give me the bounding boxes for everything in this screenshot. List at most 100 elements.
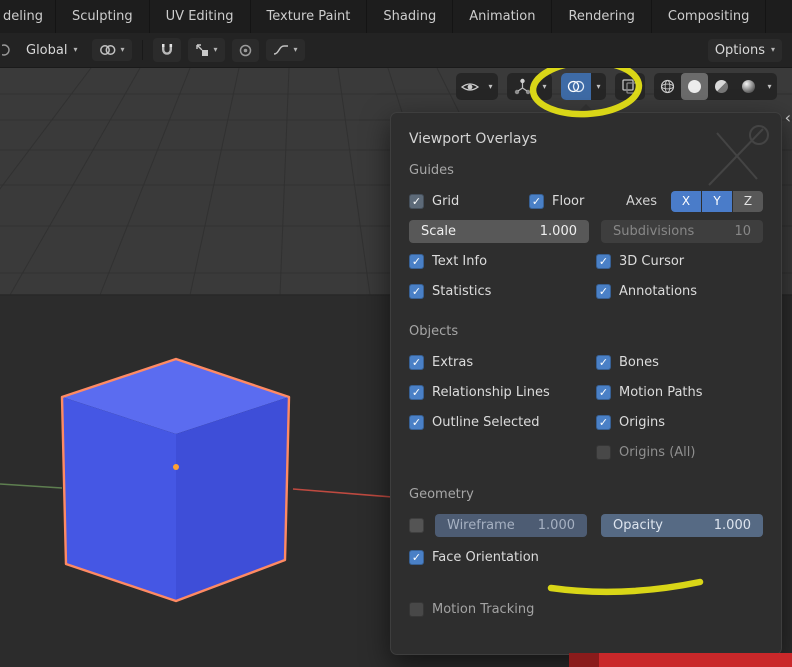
extras-checkbox[interactable]: Extras: [409, 354, 596, 370]
statistics-label: Statistics: [432, 283, 492, 299]
motion-tracking-label: Motion Tracking: [432, 601, 535, 617]
chevron-down-icon[interactable]: ▾: [483, 73, 498, 100]
orientation-label: Global: [26, 42, 68, 58]
statistics-checkbox[interactable]: Statistics: [409, 283, 596, 299]
editor-icon-partial: [2, 44, 10, 56]
floor-checkbox[interactable]: Floor: [529, 193, 585, 209]
popover-arrow: [577, 104, 595, 113]
falloff-curve-icon: [273, 45, 288, 55]
grid-scale-slider[interactable]: Scale 1.000: [409, 219, 589, 243]
checkbox-icon: [596, 444, 611, 460]
transform-orientation-dropdown[interactable]: Global ▾: [19, 39, 85, 62]
origins-label: Origins: [619, 414, 666, 430]
relationship-lines-label: Relationship Lines: [432, 384, 550, 400]
outline-selected-checkbox[interactable]: Outline Selected: [409, 414, 596, 430]
proportional-editing-toggle[interactable]: [231, 38, 259, 62]
bones-checkbox[interactable]: Bones: [596, 354, 659, 370]
guides-row-4: Statistics Annotations: [409, 278, 763, 304]
checkbox-icon: [409, 414, 424, 430]
motion-paths-label: Motion Paths: [619, 384, 703, 400]
section-geometry: Geometry: [409, 487, 474, 502]
wireframe-label: Wireframe: [447, 517, 515, 533]
gizmos-dropdown[interactable]: ▾: [507, 73, 552, 100]
text-info-label: Text Info: [432, 253, 488, 269]
blender-window: deling Sculpting UV Editing Texture Pain…: [0, 0, 792, 667]
grid-label: Grid: [432, 193, 460, 209]
snap-toggle[interactable]: [152, 38, 181, 62]
shading-mode-group: ▾: [654, 73, 777, 100]
link-icon: [99, 45, 115, 55]
sidebar-collapse-arrow[interactable]: ‹: [785, 110, 791, 126]
tab-uv-editing[interactable]: UV Editing: [149, 0, 251, 33]
tab-compositing[interactable]: Compositing: [651, 0, 767, 33]
pivot-point-dropdown[interactable]: ▾: [91, 39, 132, 61]
chevron-down-icon: ▾: [213, 45, 218, 54]
tab-animation[interactable]: Animation: [453, 0, 553, 33]
snap-target-dropdown[interactable]: ▾: [187, 38, 225, 62]
extras-label: Extras: [432, 354, 474, 370]
material-sphere-icon[interactable]: [708, 73, 735, 100]
chevron-down-icon: ▾: [120, 45, 125, 54]
tab-sculpting[interactable]: Sculpting: [55, 0, 150, 33]
solid-sphere-icon[interactable]: [681, 73, 708, 100]
relationship-lines-checkbox[interactable]: Relationship Lines: [409, 384, 596, 400]
tab-texture-paint[interactable]: Texture Paint: [250, 0, 368, 33]
section-objects: Objects: [409, 324, 459, 339]
xray-toggle[interactable]: [615, 73, 645, 100]
viewport-header-icons: ▾ ▾ ▾ ▾: [456, 73, 777, 100]
annotations-checkbox[interactable]: Annotations: [596, 283, 698, 299]
checkbox-icon: [409, 253, 424, 269]
wireframe-checkbox[interactable]: [409, 517, 424, 533]
options-label: Options: [714, 42, 765, 58]
axes-label: Axes: [626, 193, 657, 209]
gizmo-icon[interactable]: [507, 73, 537, 100]
chevron-down-icon[interactable]: ▾: [762, 73, 777, 100]
origins-checkbox[interactable]: Origins: [596, 414, 666, 430]
opacity-label: Opacity: [613, 517, 664, 533]
wireframe-slider[interactable]: Wireframe 1.000: [435, 513, 587, 537]
face-orientation-label: Face Orientation: [432, 549, 539, 565]
objects-row-4: Origins (All): [409, 439, 763, 465]
rendered-sphere-icon[interactable]: [735, 73, 762, 100]
floor-label: Floor: [552, 193, 585, 209]
object-origin-dot: [173, 464, 179, 470]
3d-cursor-checkbox[interactable]: 3D Cursor: [596, 253, 685, 269]
wireframe-sphere-icon[interactable]: [654, 73, 681, 100]
chevron-down-icon: ▾: [293, 45, 298, 54]
magnet-icon: [161, 44, 172, 55]
3d-cursor-label: 3D Cursor: [619, 253, 685, 269]
checkbox-icon: [596, 354, 611, 370]
chevron-down-icon: ▾: [770, 45, 775, 54]
tab-rendering[interactable]: Rendering: [552, 0, 652, 33]
objects-row-2: Relationship Lines Motion Paths: [409, 379, 763, 405]
checkbox-icon: [409, 283, 424, 299]
motion-tracking-checkbox[interactable]: Motion Tracking: [409, 601, 535, 617]
subdivisions-slider[interactable]: Subdivisions 10: [601, 219, 763, 243]
3d-viewport[interactable]: ▾ ▾ ▾ ▾ ‹ Viewport Overlays Guides ✓ Gri…: [0, 68, 792, 667]
checkbox-icon: [409, 517, 424, 533]
tab-shading[interactable]: Shading: [367, 0, 454, 33]
checkbox-icon: [409, 601, 424, 617]
tab-modeling-partial[interactable]: deling: [0, 0, 56, 33]
viewport-overlays-popover: Viewport Overlays Guides Grid Floor Axes…: [390, 104, 782, 655]
motion-paths-checkbox[interactable]: Motion Paths: [596, 384, 703, 400]
overlays-dropdown[interactable]: ▾: [561, 73, 606, 100]
annotations-label: Annotations: [619, 283, 698, 299]
opacity-slider[interactable]: Opacity 1.000: [601, 513, 763, 537]
chevron-down-icon[interactable]: ▾: [537, 73, 552, 100]
options-dropdown[interactable]: Options ▾: [707, 38, 782, 62]
overlays-circles-icon[interactable]: [561, 73, 591, 100]
origins-all-checkbox[interactable]: Origins (All): [596, 444, 695, 460]
face-orientation-checkbox[interactable]: Face Orientation: [409, 549, 539, 565]
chevron-down-icon[interactable]: ▾: [591, 73, 606, 100]
objects-row-3: Outline Selected Origins: [409, 409, 763, 435]
falloff-dropdown[interactable]: ▾: [265, 39, 305, 61]
checkbox-icon: [596, 384, 611, 400]
visibility-dropdown[interactable]: ▾: [456, 73, 498, 100]
xray-squares-icon: [615, 73, 645, 100]
text-info-checkbox[interactable]: Text Info: [409, 253, 596, 269]
checkbox-icon: [409, 354, 424, 370]
video-progress-dark-segment: [569, 653, 599, 667]
bones-label: Bones: [619, 354, 659, 370]
grid-checkbox[interactable]: Grid: [409, 193, 529, 209]
